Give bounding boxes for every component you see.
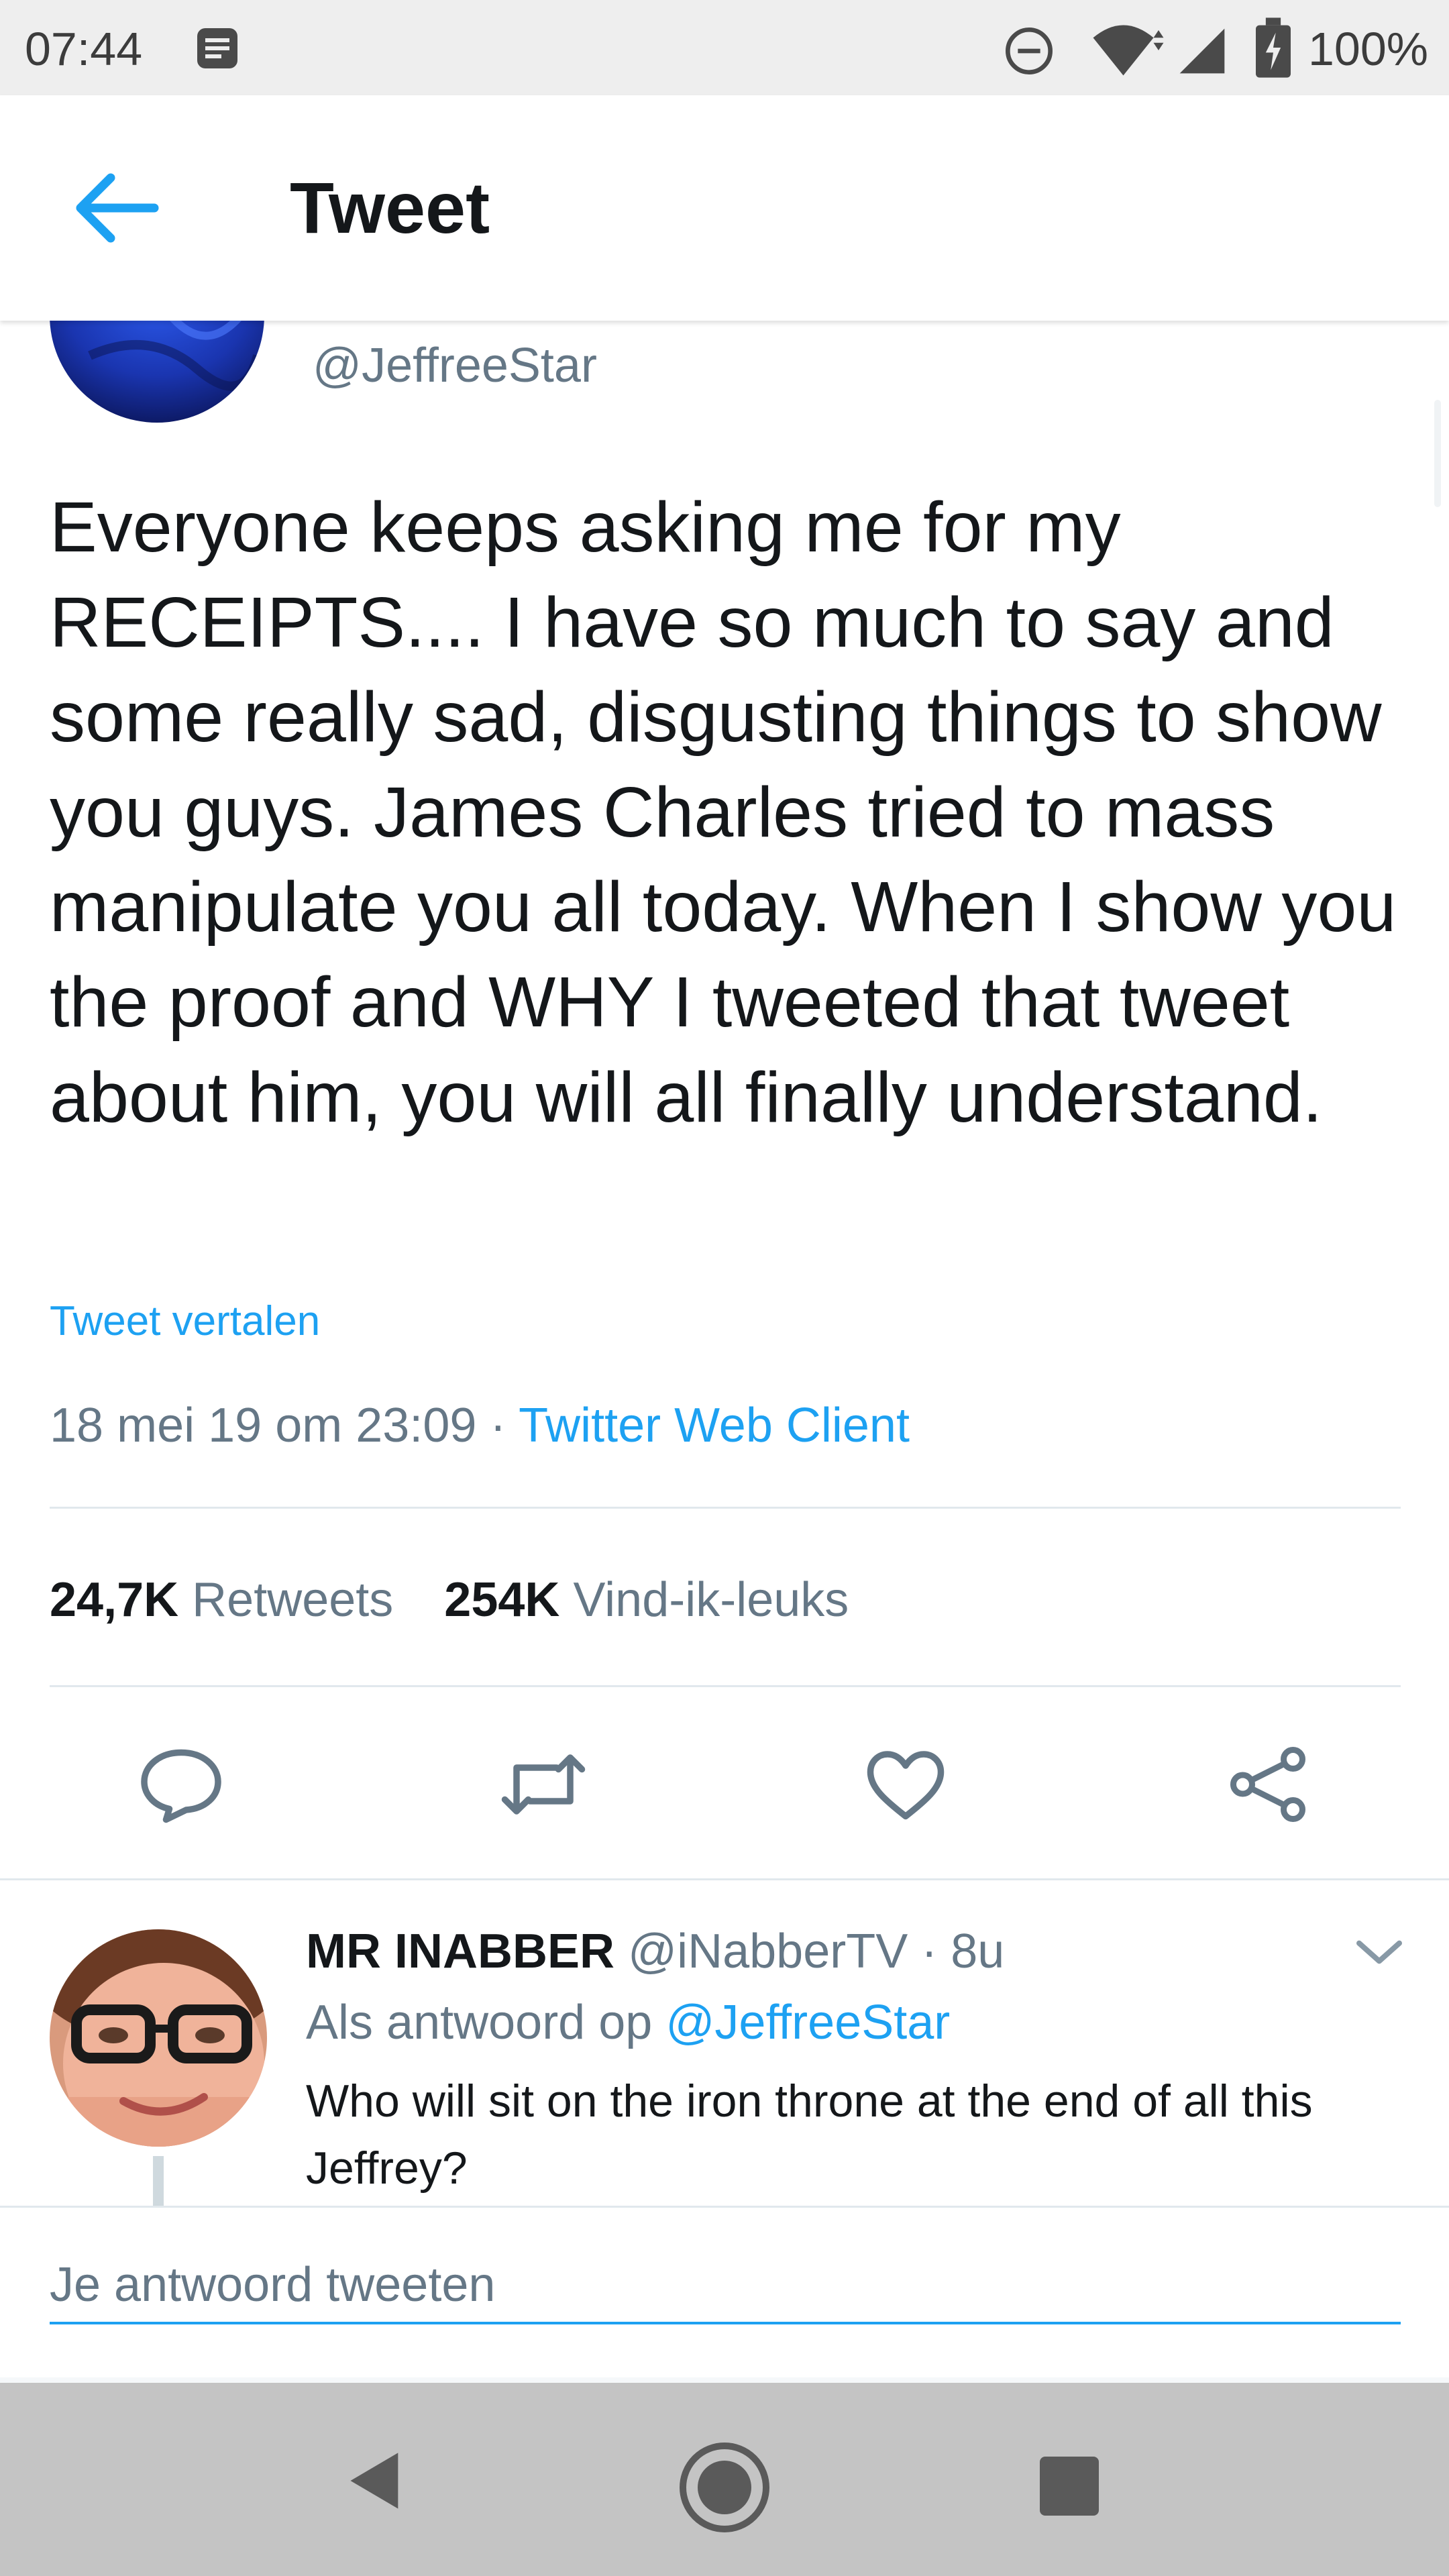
likes-stat[interactable]: 254K Vind-ik-leuks: [444, 1573, 849, 1627]
retweet-icon[interactable]: [496, 1744, 590, 1825]
tweet-text: Everyone keeps asking me for my RECEIPTS…: [50, 488, 1397, 1137]
system-nav-bar: [0, 2383, 1449, 2576]
scroll-indicator: [1434, 400, 1441, 507]
reply-text: Who will sit on the iron throne at the e…: [306, 2076, 1313, 2194]
chevron-down-icon[interactable]: [1352, 1932, 1406, 1972]
app-header: Tweet: [0, 95, 1449, 321]
notification-icon: [197, 28, 237, 68]
author-handle[interactable]: @JeffreeStar: [313, 335, 597, 396]
signal-icon: [1179, 28, 1225, 74]
status-bar: 07:44 100%: [0, 0, 1449, 95]
reply-author-handle[interactable]: @iNabberTV: [628, 1925, 908, 1978]
avatar-image: [50, 1929, 267, 2147]
reply-avatar[interactable]: [50, 1929, 267, 2147]
retweet-count: 24,7K: [50, 1573, 179, 1627]
reply-compose-input[interactable]: Je antwoord tweeten: [50, 2248, 1401, 2324]
reply-time: · 8u: [921, 1925, 1005, 1978]
retweets-stat[interactable]: 24,7K Retweets: [50, 1573, 393, 1627]
like-count: 254K: [444, 1573, 560, 1627]
thread-line: [153, 2156, 164, 2210]
tweet-meta: 18 mei 19 om 23:09 · Twitter Web Client: [50, 1395, 910, 1456]
translate-tweet-link[interactable]: Tweet vertalen: [50, 1295, 320, 1348]
section-divider: [0, 1878, 1449, 1880]
reply-context: Als antwoord op @JeffreeStar: [306, 1992, 950, 2053]
status-time: 07:44: [25, 23, 143, 75]
tweet-source-link[interactable]: Twitter Web Client: [519, 1399, 910, 1452]
reply-context-label: Als antwoord op: [306, 1996, 653, 2049]
tweet-timestamp: 18 mei 19 om 23:09: [50, 1399, 477, 1452]
reply-author-name[interactable]: MR INABBER: [306, 1925, 614, 1978]
nav-home-icon[interactable]: [676, 2439, 773, 2536]
nav-recents-icon[interactable]: [1037, 2454, 1102, 2518]
share-icon[interactable]: [1221, 1744, 1315, 1825]
compose-bar: Je antwoord tweeten: [0, 2206, 1449, 2385]
do-not-disturb-icon: [1006, 28, 1053, 74]
retweet-label: Retweets: [192, 1573, 394, 1627]
page-title: Tweet: [290, 167, 490, 248]
heart-icon[interactable]: [859, 1744, 953, 1825]
like-label: Vind-ik-leuks: [573, 1573, 849, 1627]
tweet-stats: 24,7K Retweets 254K Vind-ik-leuks: [50, 1570, 849, 1630]
wifi-icon: [1093, 25, 1164, 76]
arrow-left-icon[interactable]: [67, 168, 161, 248]
divider: [50, 1685, 1401, 1687]
battery-percentage: 100%: [1308, 23, 1429, 75]
meta-separator: ·: [476, 1399, 519, 1452]
compose-bottom-edge: [0, 2377, 1449, 2383]
reply-context-mention[interactable]: @JeffreeStar: [665, 1996, 950, 2049]
divider: [50, 1507, 1401, 1509]
reply-icon[interactable]: [134, 1744, 228, 1825]
nav-back-icon[interactable]: [342, 2447, 409, 2514]
battery-icon: [1256, 17, 1291, 78]
reply-header: MR INABBER @iNabberTV · 8u: [306, 1921, 1004, 1982]
